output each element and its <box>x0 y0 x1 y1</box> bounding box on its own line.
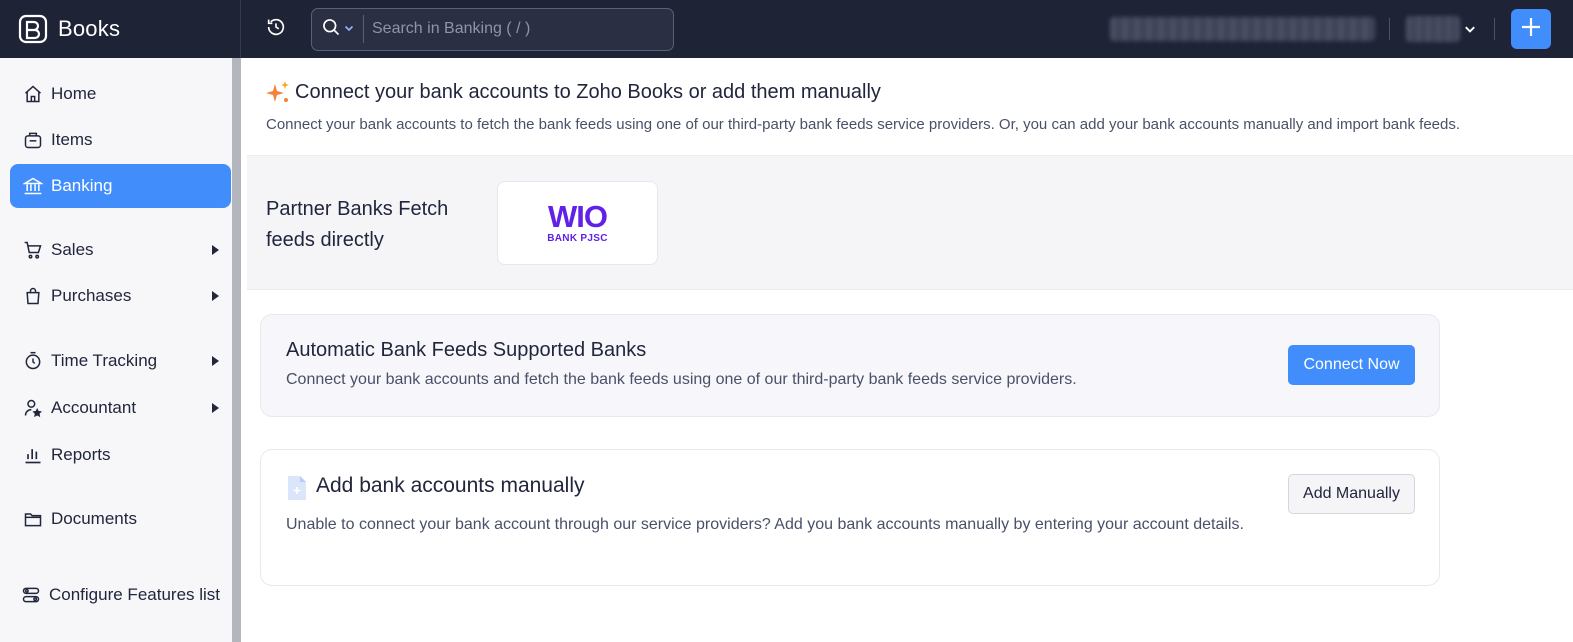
add-manually-button[interactable]: Add Manually <box>1288 474 1415 514</box>
document-add-icon <box>286 475 308 501</box>
search-icon <box>321 17 341 42</box>
sidebar-item-purchases[interactable]: Purchases <box>10 274 231 318</box>
divider <box>1389 18 1390 40</box>
sidebar-item-label: Reports <box>51 445 111 464</box>
partner-bank-card-wio[interactable]: WIO BANK PJSC <box>497 181 658 265</box>
plus-icon <box>1520 16 1542 43</box>
user-menu-redacted[interactable] <box>1406 16 1460 42</box>
configure-features-label: Configure Features list <box>49 585 221 604</box>
brand[interactable]: Books <box>0 0 241 58</box>
bag-icon <box>22 285 44 307</box>
sidebar-item-reports[interactable]: Reports <box>10 433 231 477</box>
recent-history-button[interactable] <box>241 0 311 58</box>
chevron-down-icon[interactable] <box>1464 23 1476 35</box>
sidebar-item-label: Accountant <box>51 398 137 417</box>
hero-section: Connect your bank accounts to Zoho Books… <box>266 80 881 104</box>
configure-features-link[interactable]: Configure Features list <box>10 573 231 617</box>
chevron-down-icon <box>344 20 354 38</box>
sidebar-item-items[interactable]: Items <box>10 118 231 162</box>
divider <box>1494 18 1495 40</box>
sidebar: Home Items Banking Sales Purchases Time … <box>0 58 241 642</box>
expand-arrow-icon[interactable] <box>212 291 219 301</box>
stopwatch-icon <box>22 350 44 372</box>
home-icon <box>22 83 44 105</box>
page-subtitle: Connect your bank accounts to fetch the … <box>266 116 1461 133</box>
add-manually-card: Add bank accounts manually Unable to con… <box>260 449 1440 586</box>
partner-banks-section: Partner Banks Fetch feeds directly WIO B… <box>247 155 1573 290</box>
expand-arrow-icon[interactable] <box>212 245 219 255</box>
sidebar-item-label: Sales <box>51 240 94 259</box>
sidebar-item-sales[interactable]: Sales <box>10 228 231 272</box>
books-logo-icon <box>18 14 48 44</box>
cart-icon <box>22 239 44 261</box>
auto-feeds-subtitle: Connect your bank accounts and fetch the… <box>286 371 1077 388</box>
organization-name-redacted[interactable] <box>1110 17 1375 41</box>
connect-now-button[interactable]: Connect Now <box>1288 345 1415 385</box>
sidebar-item-time-tracking[interactable]: Time Tracking <box>10 339 231 383</box>
sidebar-item-banking[interactable]: Banking <box>10 164 231 208</box>
search-filter-dropdown[interactable] <box>312 15 364 43</box>
search-input[interactable] <box>364 8 673 50</box>
main-content: Connect your bank accounts to Zoho Books… <box>241 58 1573 642</box>
top-right-area <box>1110 0 1573 58</box>
sidebar-item-label: Items <box>51 130 93 149</box>
sidebar-scrollbar[interactable] <box>232 58 241 642</box>
sparkle-icon <box>266 80 290 104</box>
configure-icon <box>20 584 42 606</box>
search-box <box>311 7 674 51</box>
add-manually-subtitle: Unable to connect your bank account thro… <box>286 516 1244 533</box>
partner-banks-text: Partner Banks Fetch feeds directly <box>266 198 449 251</box>
expand-arrow-icon[interactable] <box>212 356 219 366</box>
sidebar-item-label: Purchases <box>51 286 132 305</box>
bank-icon <box>22 175 44 197</box>
wio-bank-logo-sub: BANK PJSC <box>547 233 608 244</box>
sidebar-item-label: Time Tracking <box>51 351 158 370</box>
sidebar-item-label: Documents <box>51 509 137 528</box>
accountant-icon <box>22 397 44 419</box>
top-bar: Books <box>0 0 1573 58</box>
page-title: Connect your bank accounts to Zoho Books… <box>295 80 881 103</box>
wio-bank-logo: WIO <box>548 199 608 234</box>
expand-arrow-icon[interactable] <box>212 403 219 413</box>
app-name: Books <box>58 16 121 41</box>
sidebar-item-label: Home <box>51 84 97 103</box>
automatic-bank-feeds-card: Automatic Bank Feeds Supported Banks Con… <box>260 314 1440 417</box>
history-icon <box>265 16 287 43</box>
sidebar-item-documents[interactable]: Documents <box>10 497 231 541</box>
quick-create-button[interactable] <box>1511 9 1551 49</box>
sidebar-item-home[interactable]: Home <box>10 72 231 116</box>
folder-icon <box>22 508 44 530</box>
add-manually-title: Add bank accounts manually <box>316 474 585 497</box>
sidebar-item-accountant[interactable]: Accountant <box>10 386 231 430</box>
sidebar-item-label: Banking <box>51 176 113 195</box>
reports-icon <box>22 444 44 466</box>
auto-feeds-title: Automatic Bank Feeds Supported Banks <box>286 339 647 361</box>
items-icon <box>22 129 44 151</box>
